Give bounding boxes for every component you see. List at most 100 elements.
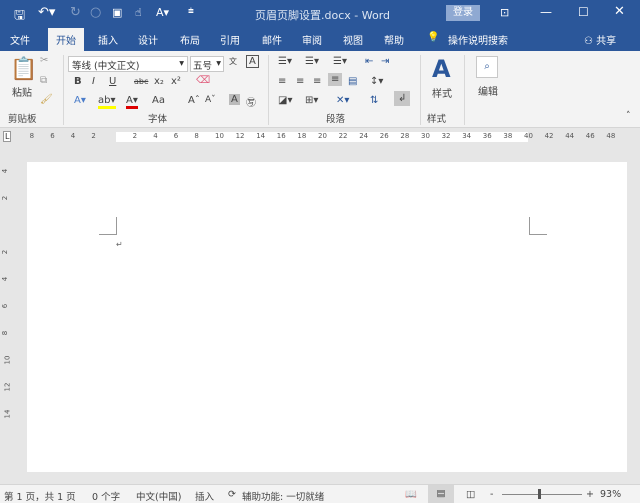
font-color-icon[interactable]: A▾: [156, 6, 169, 19]
language[interactable]: 中文(中国): [136, 489, 181, 503]
accessibility-status[interactable]: 辅助功能: 一切就绪: [242, 489, 324, 503]
editing-button[interactable]: 编辑: [478, 83, 498, 98]
print-preview-icon[interactable]: ▣: [112, 6, 122, 19]
styles-button[interactable]: 样式: [432, 85, 452, 100]
decrease-indent-icon[interactable]: ⇤: [365, 56, 373, 67]
redo-icon[interactable]: ↻: [70, 5, 81, 20]
font-color-icon[interactable]: A▾: [126, 95, 138, 109]
undo-icon[interactable]: ↶▾: [38, 5, 55, 20]
web-layout-icon[interactable]: ◫: [466, 489, 475, 500]
tab-selector[interactable]: L: [3, 131, 12, 142]
horizontal-ruler[interactable]: 8 6 4 2 2 4 6 8 10 12 14 16 18 20 22 24 26 28 30 32 34 36 38 40…: [16, 130, 640, 144]
subscript-button[interactable]: x₂: [154, 76, 164, 87]
tab-design[interactable]: 设计: [138, 32, 158, 47]
enclose-char-icon[interactable]: ㊢: [246, 94, 256, 109]
ruler-tick-label: 14: [256, 132, 266, 140]
tab-layout[interactable]: 布局: [180, 32, 200, 47]
tab-home[interactable]: 开始: [48, 28, 84, 51]
shading-icon[interactable]: ◪▾: [278, 95, 292, 106]
tab-insert[interactable]: 插入: [98, 32, 118, 47]
ruler-ticks: 8 6 4 2 2 4 6 8 10 12 14 16 18 20 22 24 26 28 30 32 34 36 38 40…: [16, 132, 640, 142]
customize-qat-icon[interactable]: ⩧: [188, 6, 194, 17]
multilevel-list-icon[interactable]: ☰▾: [333, 56, 347, 67]
tab-help[interactable]: 帮助: [384, 32, 404, 47]
maximize-button[interactable]: ☐: [578, 5, 589, 19]
tab-review[interactable]: 审阅: [302, 32, 322, 47]
tell-me-search[interactable]: 操作说明搜索: [448, 32, 508, 47]
cut-icon[interactable]: ✂: [40, 55, 48, 66]
vertical-ruler[interactable]: 4 2 2 4 6 8 10 12 14: [0, 145, 16, 478]
ruler-tick-label: 20: [318, 132, 327, 140]
page-count[interactable]: 第 1 页，共 1 页: [4, 489, 76, 503]
format-painter-icon[interactable]: 🖌: [40, 94, 53, 105]
bullets-icon[interactable]: ☰▾: [278, 56, 292, 67]
zoom-slider[interactable]: [502, 494, 582, 495]
numbering-icon[interactable]: ☰▾: [305, 56, 319, 67]
styles-icon[interactable]: A: [432, 55, 451, 83]
ruler-tick-label: 24: [359, 132, 369, 140]
zoom-level[interactable]: 93%: [600, 489, 621, 500]
shrink-font-icon[interactable]: Aˇ: [205, 95, 216, 105]
search-icon[interactable]: ⌕: [476, 56, 498, 78]
login-button[interactable]: 登录: [446, 5, 480, 21]
clear-formatting-icon[interactable]: ⌫: [196, 75, 210, 86]
minimize-button[interactable]: —: [540, 5, 552, 19]
read-mode-icon[interactable]: 📖: [405, 489, 417, 500]
font-name-select[interactable]: 等线 (中文正文) ▾: [68, 56, 188, 72]
ribbon-display-icon[interactable]: ⊡: [500, 6, 509, 19]
change-case-button[interactable]: Aa: [152, 95, 165, 106]
phonetic-guide-icon[interactable]: 文: [229, 56, 237, 67]
ruler-ticks: 4 2 2 4 6 8 10 12 14: [1, 145, 13, 478]
tab-mailings[interactable]: 邮件: [262, 32, 282, 47]
margin-corner-mark: [99, 217, 117, 235]
paste-label[interactable]: 粘贴: [12, 84, 32, 99]
strikethrough-button[interactable]: abc: [134, 77, 148, 86]
ruler-tick-label: 6: [1, 303, 10, 309]
collapse-ribbon-icon[interactable]: ˄: [626, 111, 631, 121]
touch-mode-icon[interactable]: ☝: [135, 6, 142, 19]
highlight-icon[interactable]: ab▾: [98, 95, 116, 109]
align-left-icon[interactable]: ≡: [278, 76, 286, 87]
tab-references[interactable]: 引用: [220, 32, 240, 47]
distributed-icon[interactable]: ▤: [348, 76, 357, 87]
zoom-in-button[interactable]: +: [586, 489, 594, 500]
word-count[interactable]: 0 个字: [92, 489, 120, 503]
vertical-scrollbar[interactable]: [630, 145, 640, 478]
char-border-icon[interactable]: A: [246, 55, 259, 68]
align-center-icon[interactable]: ≡: [296, 76, 304, 87]
zoom-slider-thumb[interactable]: [538, 489, 541, 499]
close-button[interactable]: ✕: [614, 4, 625, 19]
text-effects-icon[interactable]: A▾: [74, 95, 86, 106]
zoom-out-button[interactable]: -: [490, 489, 493, 500]
justify-icon[interactable]: ≡: [328, 73, 343, 86]
circle-icon[interactable]: ○: [90, 5, 101, 20]
font-size-select[interactable]: 五号 ▾: [190, 56, 224, 72]
underline-button[interactable]: U: [109, 76, 116, 87]
borders-icon[interactable]: ⊞▾: [305, 95, 318, 106]
line-spacing-icon[interactable]: ↕▾: [370, 76, 383, 87]
chinese-layout-icon[interactable]: ✕▾: [336, 95, 349, 106]
print-layout-icon[interactable]: ▤: [428, 485, 454, 503]
ruler-tick-label: 26: [379, 132, 389, 140]
copy-icon[interactable]: ⧉: [40, 75, 47, 86]
margin-corner-mark: [529, 217, 547, 235]
char-shading-icon[interactable]: A: [229, 94, 240, 105]
document-page[interactable]: ↵: [27, 162, 627, 472]
align-right-icon[interactable]: ≡: [313, 76, 321, 87]
increase-indent-icon[interactable]: ⇥: [381, 56, 389, 67]
sort-icon[interactable]: ⇅: [370, 95, 378, 106]
ruler-tick-label: 2: [1, 249, 10, 255]
tab-file[interactable]: 文件: [10, 32, 30, 47]
superscript-button[interactable]: x²: [171, 76, 181, 87]
insert-mode[interactable]: 插入: [195, 489, 214, 503]
show-marks-icon[interactable]: ↲: [394, 91, 411, 106]
save-icon[interactable]: 🖫: [14, 6, 25, 28]
bold-button[interactable]: B: [74, 76, 82, 87]
italic-button[interactable]: I: [92, 76, 95, 87]
clipboard-group-label: 剪贴板: [8, 114, 37, 125]
tab-view[interactable]: 视图: [343, 32, 363, 47]
grow-font-icon[interactable]: Aˆ: [188, 95, 200, 106]
paste-icon[interactable]: 📋: [10, 57, 37, 82]
ruler-tick-label: 4: [153, 132, 158, 140]
share-button[interactable]: ⚇ 共享: [584, 32, 616, 47]
